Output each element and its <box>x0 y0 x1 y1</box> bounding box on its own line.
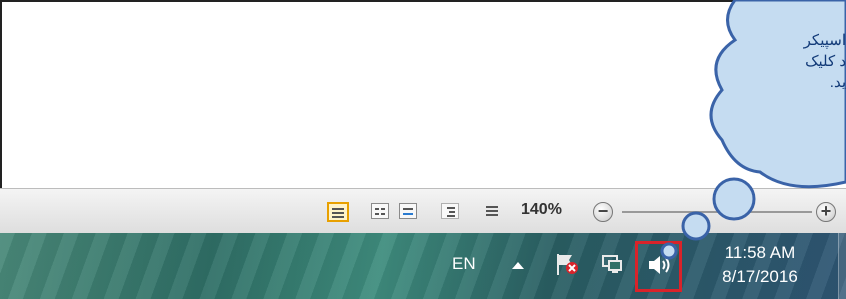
clock-time: 11:58 AM <box>724 243 796 262</box>
clock-date: 8/17/2016 <box>722 267 798 286</box>
system-clock[interactable]: 11:58 AM 8/17/2016 <box>706 241 814 289</box>
show-hidden-icons-arrow-icon[interactable] <box>512 262 524 269</box>
zoom-in-button[interactable]: + <box>816 202 836 222</box>
document-border <box>0 0 2 188</box>
language-indicator[interactable]: EN <box>452 254 476 274</box>
windows-taskbar: EN 11:58 AM 8/17/2016 <box>0 233 846 299</box>
speaker-volume-icon[interactable] <box>647 253 673 277</box>
zoom-slider-track[interactable] <box>622 211 812 213</box>
show-desktop-button[interactable] <box>838 233 846 299</box>
zoom-level[interactable]: 140% <box>521 201 562 219</box>
document-area[interactable] <box>0 0 846 188</box>
web-layout-view-button[interactable] <box>399 203 417 219</box>
zoom-out-button[interactable]: − <box>593 202 613 222</box>
action-center-flag-icon[interactable] <box>554 251 580 277</box>
word-status-bar: 140% − + <box>0 188 846 233</box>
full-screen-reading-view-button[interactable] <box>371 203 389 219</box>
network-icon[interactable] <box>600 252 624 276</box>
outline-view-button[interactable] <box>441 203 459 219</box>
draft-view-button[interactable] <box>483 203 501 219</box>
print-layout-view-button[interactable] <box>327 202 349 222</box>
